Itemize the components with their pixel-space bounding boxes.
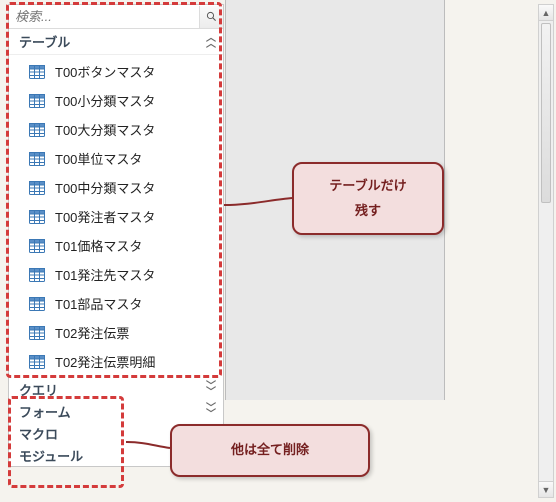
group-header-collapsed[interactable]: クエリ xyxy=(9,378,223,400)
nav-item-label: T02発注伝票 xyxy=(55,323,129,342)
table-icon xyxy=(29,65,45,79)
scroll-down-arrow[interactable]: ▼ xyxy=(539,481,553,497)
nav-item-label: T00単位マスタ xyxy=(55,149,142,168)
table-icon xyxy=(29,123,45,137)
table-icon xyxy=(29,297,45,311)
nav-item-table[interactable]: T00単位マスタ xyxy=(9,144,223,173)
nav-item-label: T01部品マスタ xyxy=(55,294,142,313)
search-row xyxy=(9,5,223,29)
navigation-pane: テーブル T00ボタンマスタ T00小分類マスタ T00大分類マスタ T00単位マスタ… xyxy=(8,4,224,467)
search-icon xyxy=(206,10,217,23)
nav-item-table[interactable]: T00中分類マスタ xyxy=(9,173,223,202)
chevron-down-icon xyxy=(206,406,215,418)
table-icon xyxy=(29,210,45,224)
nav-item-label: T00中分類マスタ xyxy=(55,178,155,197)
nav-item-table[interactable]: T01部品マスタ xyxy=(9,289,223,318)
nav-item-label: T02発注伝票明細 xyxy=(55,352,155,371)
group-label: クエリ xyxy=(19,380,58,399)
table-icon xyxy=(29,94,45,108)
nav-item-table[interactable]: T00ボタンマスタ xyxy=(9,57,223,86)
table-icon xyxy=(29,239,45,253)
scroll-up-arrow[interactable]: ▲ xyxy=(539,5,553,21)
group-header-tables[interactable]: テーブル xyxy=(9,29,223,55)
scroll-thumb[interactable] xyxy=(541,23,551,203)
group-label: テーブル xyxy=(19,32,70,51)
table-icon xyxy=(29,326,45,340)
callout-keep-tables: テーブルだけ 残す xyxy=(292,162,444,235)
nav-item-table[interactable]: T00発注者マスタ xyxy=(9,202,223,231)
group-label: フォーム xyxy=(19,402,71,421)
vertical-scrollbar[interactable]: ▲ ▼ xyxy=(538,4,554,498)
nav-item-table[interactable]: T02発注伝票明細 xyxy=(9,347,223,376)
nav-item-table[interactable]: T01価格マスタ xyxy=(9,231,223,260)
tables-item-list: T00ボタンマスタ T00小分類マスタ T00大分類マスタ T00単位マスタ T00中分… xyxy=(9,55,223,378)
table-icon xyxy=(29,355,45,369)
group-header-collapsed[interactable]: フォーム xyxy=(9,400,223,422)
callout-text: テーブルだけ xyxy=(312,174,424,199)
callout-delete-others: 他は全て削除 xyxy=(170,424,370,477)
table-icon xyxy=(29,152,45,166)
table-icon xyxy=(29,268,45,282)
nav-item-table[interactable]: T00大分類マスタ xyxy=(9,115,223,144)
nav-item-label: T00ボタンマスタ xyxy=(55,62,155,81)
nav-item-table[interactable]: T02発注伝票 xyxy=(9,318,223,347)
nav-item-label: T01発注先マスタ xyxy=(55,265,155,284)
nav-item-label: T00発注者マスタ xyxy=(55,207,155,226)
search-input[interactable] xyxy=(9,7,199,26)
group-label: マクロ xyxy=(19,424,58,443)
nav-item-label: T00小分類マスタ xyxy=(55,91,155,110)
nav-item-table[interactable]: T00小分類マスタ xyxy=(9,86,223,115)
nav-item-label: T00大分類マスタ xyxy=(55,120,155,139)
callout-text: 残す xyxy=(312,199,424,224)
chevron-up-icon xyxy=(206,36,215,48)
table-icon xyxy=(29,181,45,195)
nav-item-label: T01価格マスタ xyxy=(55,236,142,255)
nav-item-table[interactable]: T01発注先マスタ xyxy=(9,260,223,289)
callout-text: 他は全て削除 xyxy=(231,442,309,457)
chevron-down-icon xyxy=(206,384,215,396)
search-button[interactable] xyxy=(199,6,223,28)
group-label: モジュール xyxy=(19,446,83,465)
